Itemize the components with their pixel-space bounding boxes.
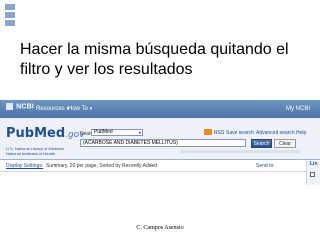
ncbi-logo-icon (6, 103, 13, 110)
side-panel-label: Lin (310, 161, 318, 167)
library-line-2: National Institutes of Health (6, 151, 55, 156)
clear-button[interactable]: Clear (274, 139, 296, 148)
side-panel-checkbox[interactable] (310, 172, 315, 177)
ncbi-logo-text: NCBI (16, 103, 35, 111)
menu-howto-label: How To (68, 106, 88, 112)
slide-title: Hacer la misma búsqueda quitando el filt… (20, 41, 289, 78)
slide-footer: C. Campos Asensio (136, 225, 184, 231)
divider (0, 171, 320, 172)
menu-resources-label: Resources (36, 106, 65, 112)
bullet-decoration (5, 12, 15, 18)
results-toolbar: Display Settings: Summary, 20 per page, … (0, 162, 320, 170)
rss-link[interactable]: RSS (214, 130, 224, 136)
pubmed-screenshot: NCBI Resources ▾ How To ▾ My NCBI PubMed… (0, 100, 320, 212)
display-summary: Summary, 20 per page, Sorted by Recently… (46, 163, 158, 169)
pubmed-logo[interactable]: PubMed.gov (6, 126, 85, 141)
pubmed-search-header: PubMed.gov U.S. National Library of Medi… (0, 118, 320, 160)
display-settings-link[interactable]: Display Settings: (6, 162, 43, 170)
horizontal-scrollbar[interactable] (180, 150, 300, 153)
pubmed-logo-main: PubMed (6, 126, 66, 141)
chevron-down-icon: ▾ (89, 106, 93, 112)
send-to-link[interactable]: Send to: (256, 162, 275, 170)
help-link[interactable]: Help (296, 130, 306, 136)
library-credit: U.S. National Library of Medicine Nation… (6, 146, 64, 156)
database-select[interactable]: PubMed ▾ (91, 129, 143, 136)
cropped-area (0, 188, 320, 212)
advanced-search-link[interactable]: Advanced search (256, 130, 295, 136)
search-button[interactable]: Search (251, 139, 272, 148)
ncbi-header-bar: NCBI Resources ▾ How To ▾ My NCBI (0, 100, 320, 118)
ncbi-logo[interactable]: NCBI (6, 103, 34, 110)
menu-howto[interactable]: How To ▾ (68, 106, 92, 112)
bullet-decoration (5, 4, 15, 10)
side-panel: Lin (306, 161, 320, 185)
my-ncbi-link[interactable]: My NCBI (286, 106, 310, 112)
menu-resources[interactable]: Resources ▾ (36, 106, 69, 112)
database-select-value: PubMed (94, 129, 113, 135)
save-search-link[interactable]: Save search (226, 130, 254, 136)
search-input[interactable]: (ACARBOSE AND DIABETES MELLITUS) (80, 139, 246, 147)
bullet-decoration (5, 20, 15, 26)
chevron-down-icon: ▾ (138, 130, 141, 135)
rss-icon[interactable] (204, 129, 212, 135)
